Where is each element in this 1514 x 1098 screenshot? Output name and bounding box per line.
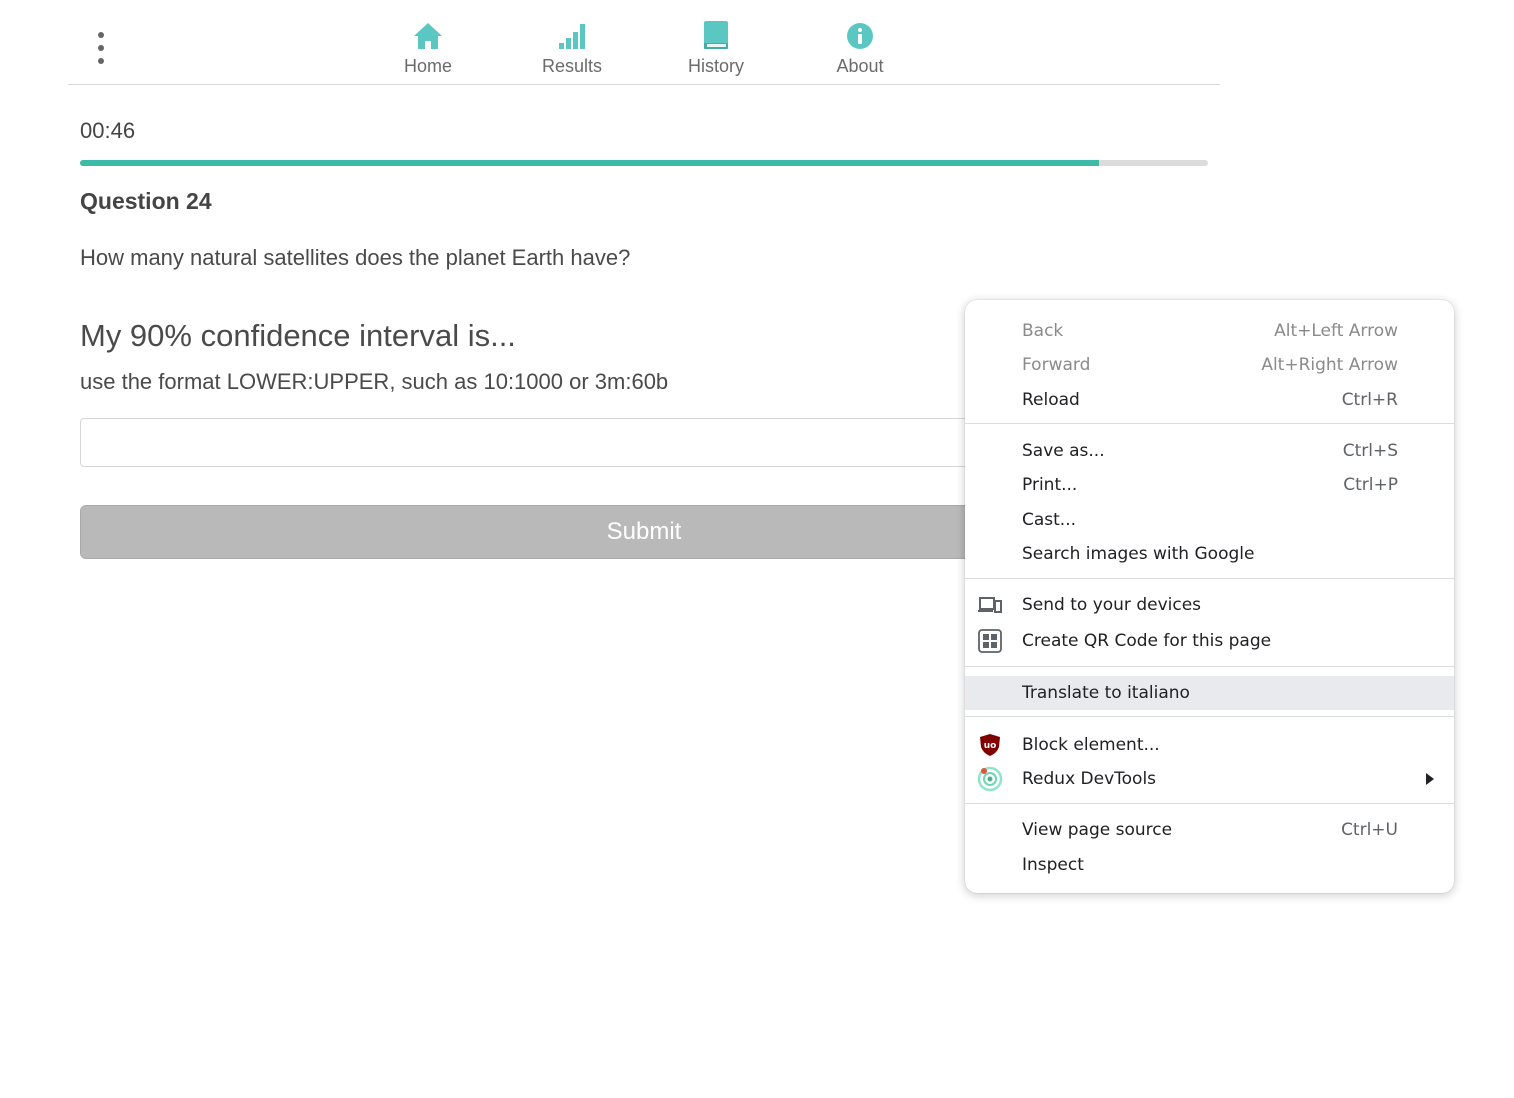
nav-about[interactable]: About	[810, 18, 910, 77]
menu-item-cast[interactable]: Cast...	[965, 503, 1454, 537]
menu-separator	[965, 716, 1454, 717]
send-to-devices-icon	[977, 593, 1003, 617]
menu-item-label: Translate to italiano	[1022, 683, 1190, 703]
redux-devtools-icon	[977, 766, 1003, 792]
question-number: Question 24	[80, 188, 212, 214]
menu-item-forward[interactable]: Forward Alt+Right Arrow	[965, 348, 1454, 382]
info-icon	[810, 18, 910, 50]
menu-item-label: Search images with Google	[1022, 544, 1255, 564]
menu-item-print[interactable]: Print... Ctrl+P	[965, 468, 1454, 502]
menu-item-back[interactable]: Back Alt+Left Arrow	[965, 314, 1454, 348]
menu-separator	[965, 803, 1454, 804]
ublock-origin-icon: uo	[977, 733, 1003, 757]
menu-item-reload[interactable]: Reload Ctrl+R	[965, 383, 1454, 417]
kebab-dot	[98, 32, 104, 38]
menu-item-label: Send to your devices	[1022, 595, 1202, 615]
confidence-interval-heading: My 90% confidence interval is...	[80, 318, 516, 353]
menu-item-shortcut: Ctrl+R	[1341, 390, 1398, 410]
browser-context-menu: Back Alt+Left Arrow Forward Alt+Right Ar…	[965, 300, 1454, 893]
menu-item-search-images[interactable]: Search images with Google	[965, 537, 1454, 571]
menu-item-block-element[interactable]: uo Block element...	[965, 728, 1454, 762]
nav-history[interactable]: History	[666, 18, 766, 77]
menu-item-translate[interactable]: Translate to italiano	[965, 676, 1454, 710]
time-progress-bar	[80, 160, 1208, 166]
top-navigation-bar	[68, 0, 1220, 85]
nav-home[interactable]: Home	[378, 18, 478, 77]
menu-item-label: Inspect	[1022, 855, 1084, 875]
menu-item-label: Create QR Code for this page	[1022, 631, 1272, 651]
menu-separator	[965, 666, 1454, 667]
more-options-menu-icon[interactable]	[90, 32, 112, 64]
menu-item-shortcut: Alt+Left Arrow	[1274, 321, 1398, 341]
menu-item-label: Print...	[1022, 475, 1078, 495]
question-text: How many natural satellites does the pla…	[80, 245, 631, 270]
format-hint: use the format LOWER:UPPER, such as 10:1…	[80, 369, 669, 394]
time-progress-fill	[80, 160, 1099, 166]
nav-results[interactable]: Results	[522, 18, 622, 77]
countdown-timer: 00:46	[80, 118, 136, 143]
menu-item-label: Block element...	[1022, 735, 1160, 755]
menu-item-view-source[interactable]: View page source Ctrl+U	[965, 813, 1454, 847]
nav-results-label: Results	[541, 56, 603, 76]
menu-item-create-qr-code[interactable]: Create QR Code for this page	[965, 624, 1454, 658]
kebab-dot	[98, 58, 104, 64]
svg-text:uo: uo	[984, 741, 997, 751]
menu-item-shortcut: Ctrl+U	[1341, 820, 1398, 840]
menu-item-label: Redux DevTools	[1022, 769, 1157, 789]
menu-item-shortcut: Alt+Right Arrow	[1261, 355, 1398, 375]
menu-item-label: Back	[1022, 321, 1064, 341]
qr-code-icon	[977, 629, 1003, 653]
nav-history-label: History	[687, 56, 744, 76]
home-icon	[378, 18, 478, 50]
bar-chart-icon	[522, 18, 622, 50]
book-icon	[666, 18, 766, 50]
menu-item-label: Reload	[1022, 390, 1080, 410]
menu-item-label: Save as...	[1022, 441, 1105, 461]
kebab-dot	[98, 45, 104, 51]
menu-item-label: Cast...	[1022, 510, 1077, 530]
submenu-arrow-icon	[1426, 773, 1434, 785]
menu-separator	[965, 578, 1454, 579]
menu-item-send-to-devices[interactable]: Send to your devices	[965, 588, 1454, 622]
nav-about-label: About	[836, 56, 884, 76]
menu-item-label: View page source	[1022, 820, 1173, 840]
menu-item-shortcut: Ctrl+S	[1342, 441, 1398, 461]
menu-item-label: Forward	[1022, 355, 1091, 375]
menu-item-shortcut: Ctrl+P	[1343, 475, 1398, 495]
menu-item-redux-devtools[interactable]: Redux DevTools	[965, 762, 1454, 796]
menu-item-inspect[interactable]: Inspect	[965, 848, 1454, 882]
menu-separator	[965, 423, 1454, 424]
nav-home-label: Home	[403, 56, 452, 76]
menu-item-save-as[interactable]: Save as... Ctrl+S	[965, 434, 1454, 468]
